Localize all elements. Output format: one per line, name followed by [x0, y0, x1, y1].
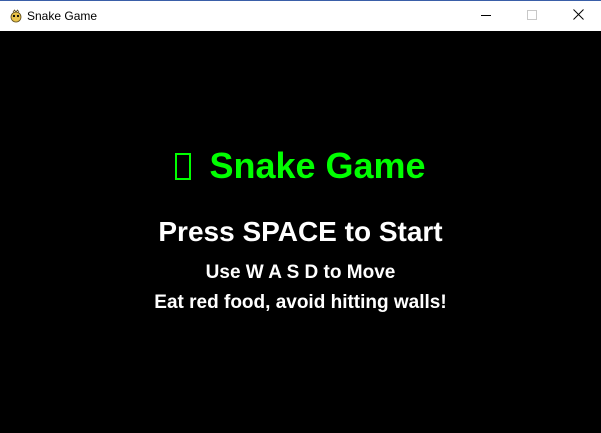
game-canvas[interactable]: Snake Game Press SPACE to Start Use W A …: [0, 31, 601, 433]
close-button[interactable]: [555, 1, 601, 31]
title-bar[interactable]: Snake Game: [0, 0, 601, 31]
missing-glyph-box-icon: [175, 153, 192, 180]
pygame-snake-icon: [9, 9, 23, 23]
minimize-icon: [481, 7, 491, 25]
game-goal-text: Eat red food, avoid hitting walls!: [154, 292, 447, 313]
window-controls: [463, 1, 601, 31]
maximize-button[interactable]: [509, 1, 555, 31]
controls-instructions: Use W A S D to Move: [205, 262, 396, 283]
game-title-text: Snake Game: [209, 145, 426, 186]
maximize-icon: [527, 7, 537, 25]
start-prompt: Press SPACE to Start: [158, 216, 443, 247]
game-title: Snake Game: [0, 145, 601, 187]
snake-game-window: Snake Game Snake Game Press SPACE to Sta…: [0, 0, 601, 433]
close-icon: [572, 7, 584, 25]
minimize-button[interactable]: [463, 1, 509, 31]
window-title: Snake Game: [27, 9, 98, 23]
